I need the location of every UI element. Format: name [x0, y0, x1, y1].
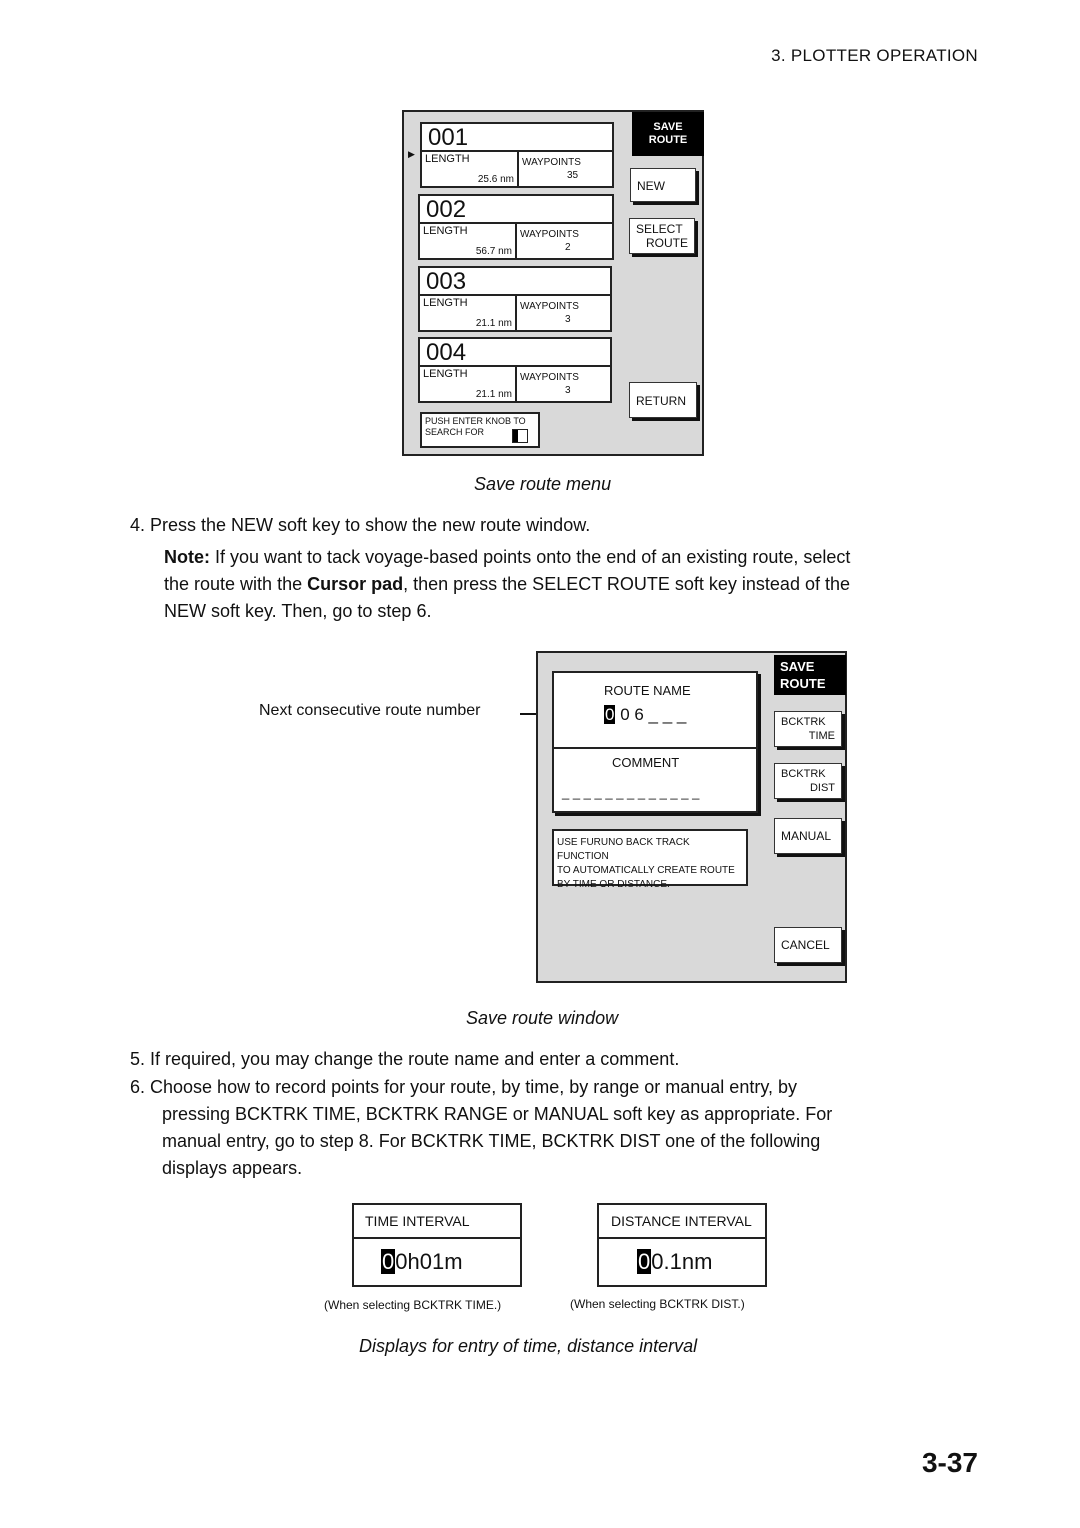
route-waypoints: 3 [565, 314, 571, 325]
route-name: 002 [426, 196, 467, 223]
route-item[interactable]: 001 LENGTH 25.6 nm WAYPOINTS 35 [420, 122, 614, 188]
manual-softkey[interactable]: MANUAL [774, 818, 842, 854]
step-6: 6. Choose how to record points for your … [130, 1077, 833, 1178]
new-softkey[interactable]: NEW [630, 168, 696, 202]
comment-field[interactable]: _ _ _ _ _ _ _ _ _ _ _ _ _ [562, 785, 699, 800]
figure-caption: Save route window [466, 1008, 619, 1028]
time-interval-field[interactable]: 00h01m [381, 1249, 463, 1275]
search-cursor-icon [512, 429, 528, 443]
distance-interval-field[interactable]: 00.1nm [637, 1249, 712, 1275]
route-name: 003 [426, 268, 467, 295]
bcktrk-dist-softkey[interactable]: BCKTRK DIST [774, 763, 842, 799]
route-name-label: ROUTE NAME [604, 683, 691, 698]
route-length: 56.7 nm [475, 246, 512, 257]
cancel-softkey[interactable]: CANCEL [774, 927, 842, 963]
route-length: 21.1 nm [475, 318, 512, 329]
route-item[interactable]: 004 LENGTH 21.1 nm WAYPOINTS 3 [418, 337, 612, 403]
save-route-window-panel: SAVE ROUTE ROUTE NAME 0 0 6 _ _ _ COMMEN… [536, 651, 847, 983]
return-softkey[interactable]: RETURN [629, 382, 697, 418]
search-hint-box: PUSH ENTER KNOB TO SEARCH FOR [420, 412, 540, 448]
save-route-title: SAVE ROUTE [632, 112, 704, 156]
route-item[interactable]: 003 LENGTH 21.1 nm WAYPOINTS 3 [418, 266, 612, 332]
route-name: 004 [426, 339, 467, 366]
page-number: 3-37 [921, 1447, 978, 1478]
route-entry-box: ROUTE NAME 0 0 6 _ _ _ COMMENT _ _ _ _ _… [552, 671, 758, 813]
callout-label: Next consecutive route number [259, 702, 481, 719]
route-waypoints: 35 [567, 170, 579, 181]
route-waypoints: 3 [565, 385, 571, 396]
distance-interval-note: (When selecting BCKTRK DIST.) [570, 1297, 745, 1311]
time-interval-label: TIME INTERVAL [365, 1213, 470, 1229]
distance-interval-label: DISTANCE INTERVAL [611, 1213, 752, 1229]
save-route-menu-panel: SAVE ROUTE ▶ 001 LENGTH 25.6 nm WAYPOINTS… [402, 110, 704, 456]
figure-caption: Save route menu [474, 474, 612, 494]
backtrack-info-box: USE FURUNO BACK TRACK FUNCTION TO AUTOMA… [552, 829, 748, 890]
route-name: 001 [428, 124, 469, 151]
bcktrk-time-softkey[interactable]: BCKTRK TIME [774, 711, 842, 747]
step-4: 4. Press the NEW soft key to show the ne… [130, 515, 591, 535]
time-interval-display: TIME INTERVAL 00h01m [352, 1203, 522, 1287]
route-item[interactable]: 002 LENGTH 56.7 nm WAYPOINTS 2 [418, 194, 614, 260]
route-length: 21.1 nm [475, 389, 512, 400]
selection-pointer-icon: ▶ [408, 149, 415, 159]
step-5: 5. If required, you may change the route… [130, 1049, 680, 1069]
select-route-softkey[interactable]: SELECT ROUTE [629, 218, 695, 254]
save-route-title: SAVE ROUTE [774, 655, 846, 695]
figure-caption: Displays for entry of time, distance int… [359, 1336, 698, 1356]
time-interval-note: (When selecting BCKTRK TIME.) [324, 1298, 502, 1312]
distance-interval-display: DISTANCE INTERVAL 00.1nm [597, 1203, 767, 1287]
route-length: 25.6 nm [477, 174, 514, 185]
route-name-field[interactable]: 0 0 6 _ _ _ [604, 705, 686, 725]
route-waypoints: 2 [565, 242, 571, 253]
note: Note: If you want to tack voyage-based p… [164, 547, 851, 621]
section-header: 3. PLOTTER OPERATION [771, 46, 978, 65]
comment-label: COMMENT [612, 755, 680, 770]
